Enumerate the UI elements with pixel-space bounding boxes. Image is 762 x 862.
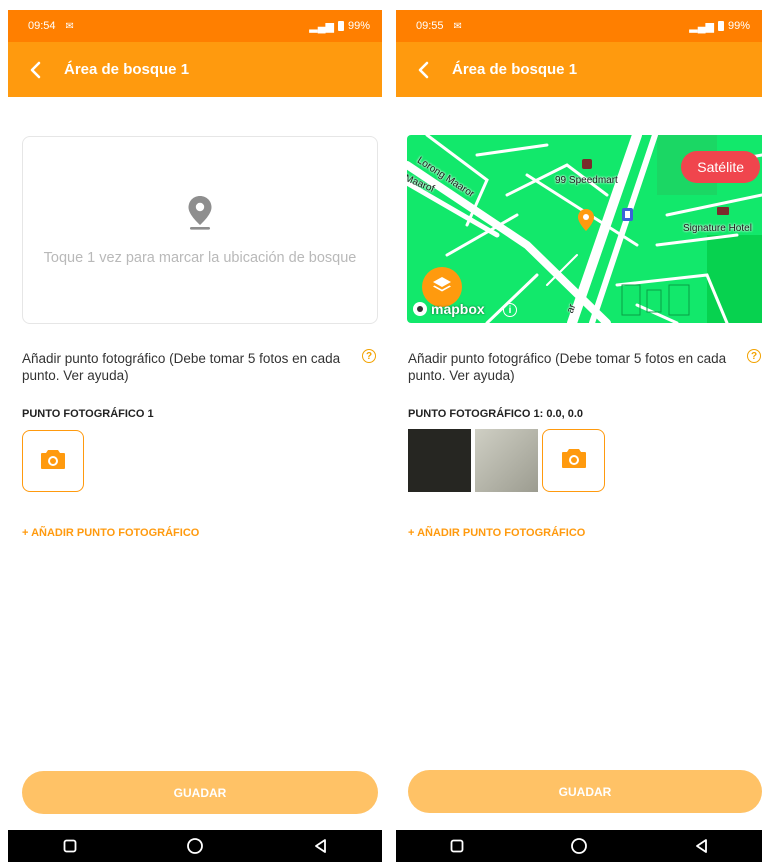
add-photo-point-info: Añadir punto fotográfico (Debe tomar 5 f… xyxy=(22,351,341,383)
page-title: Área de bosque 1 xyxy=(64,61,190,78)
map-label-shop: 99 Speedmart xyxy=(555,175,618,186)
chevron-left-icon[interactable] xyxy=(24,59,46,81)
battery-level: 99% xyxy=(727,20,750,32)
camera-icon xyxy=(40,448,66,475)
status-bar: 09:54 ✉ ▂▄▆ 99% xyxy=(8,10,382,42)
map-view[interactable]: Lorong Maaror Maarof 99 Speedmart Signat… xyxy=(407,135,762,323)
mail-icon: ✉ xyxy=(453,20,462,32)
battery-icon xyxy=(337,21,344,31)
layers-icon xyxy=(431,274,453,301)
circle-icon[interactable] xyxy=(565,836,593,856)
battery-icon xyxy=(717,21,724,31)
status-time: 09:54 xyxy=(28,20,56,32)
signal-icon: ▂▄▆ xyxy=(689,20,714,33)
add-photo-point-link[interactable]: + AÑADIR PUNTO FOTOGRÁFICO xyxy=(22,527,199,539)
help-icon[interactable]: ? xyxy=(747,349,761,363)
mapbox-attribution: mapbox xyxy=(431,301,485,317)
location-picker[interactable]: Toque 1 vez para marcar la ubicación de … xyxy=(22,136,378,324)
satellite-toggle-button[interactable]: Satélite xyxy=(681,151,760,183)
mail-icon: ✉ xyxy=(65,20,74,32)
screen-left: 09:54 ✉ ▂▄▆ 99% Área de bosque 1 Toque 1… xyxy=(8,10,382,862)
location-pin-icon xyxy=(187,195,213,236)
chevron-left-icon[interactable] xyxy=(412,59,434,81)
photo-point-title: PUNTO FOTOGRÁFICO 1 xyxy=(22,408,154,420)
save-button[interactable]: GUADAR xyxy=(22,771,378,814)
add-photo-point-info: Añadir punto fotográfico (Debe tomar 5 f… xyxy=(408,351,727,383)
camera-button[interactable] xyxy=(22,430,84,492)
help-icon[interactable]: ? xyxy=(362,349,376,363)
circle-icon[interactable] xyxy=(181,836,209,856)
system-nav-bar xyxy=(396,830,762,862)
status-time: 09:55 xyxy=(416,20,444,32)
square-icon[interactable] xyxy=(443,836,471,856)
signal-icon: ▂▄▆ xyxy=(309,20,334,33)
save-button[interactable]: GUADAR xyxy=(408,770,762,813)
camera-button[interactable] xyxy=(542,429,605,492)
app-bar: Área de bosque 1 xyxy=(396,42,762,97)
location-hint: Toque 1 vez para marcar la ubicación de … xyxy=(43,249,357,266)
page-title: Área de bosque 1 xyxy=(452,61,578,78)
triangle-icon[interactable] xyxy=(306,836,334,856)
info-icon[interactable]: i xyxy=(503,303,517,317)
map-label-hotel: Signature Hotel xyxy=(683,223,752,234)
triangle-icon[interactable] xyxy=(687,836,715,856)
screen-right: 09:55 ✉ ▂▄▆ 99% Área de bosque 1 Lorong … xyxy=(396,10,762,862)
photo-thumbnail[interactable] xyxy=(408,429,471,492)
battery-level: 99% xyxy=(347,20,370,32)
photo-point-title: PUNTO FOTOGRÁFICO 1: 0.0, 0.0 xyxy=(408,408,584,420)
add-photo-point-link[interactable]: + AÑADIR PUNTO FOTOGRÁFICO xyxy=(408,527,585,539)
square-icon[interactable] xyxy=(56,836,84,856)
mapbox-logo-icon xyxy=(413,302,427,316)
app-bar: Área de bosque 1 xyxy=(8,42,382,97)
mapbox-logo: mapbox xyxy=(413,301,485,317)
camera-icon xyxy=(561,447,587,474)
system-nav-bar xyxy=(8,830,382,862)
photo-thumbnail[interactable] xyxy=(475,429,538,492)
status-bar: 09:55 ✉ ▂▄▆ 99% xyxy=(396,10,762,42)
